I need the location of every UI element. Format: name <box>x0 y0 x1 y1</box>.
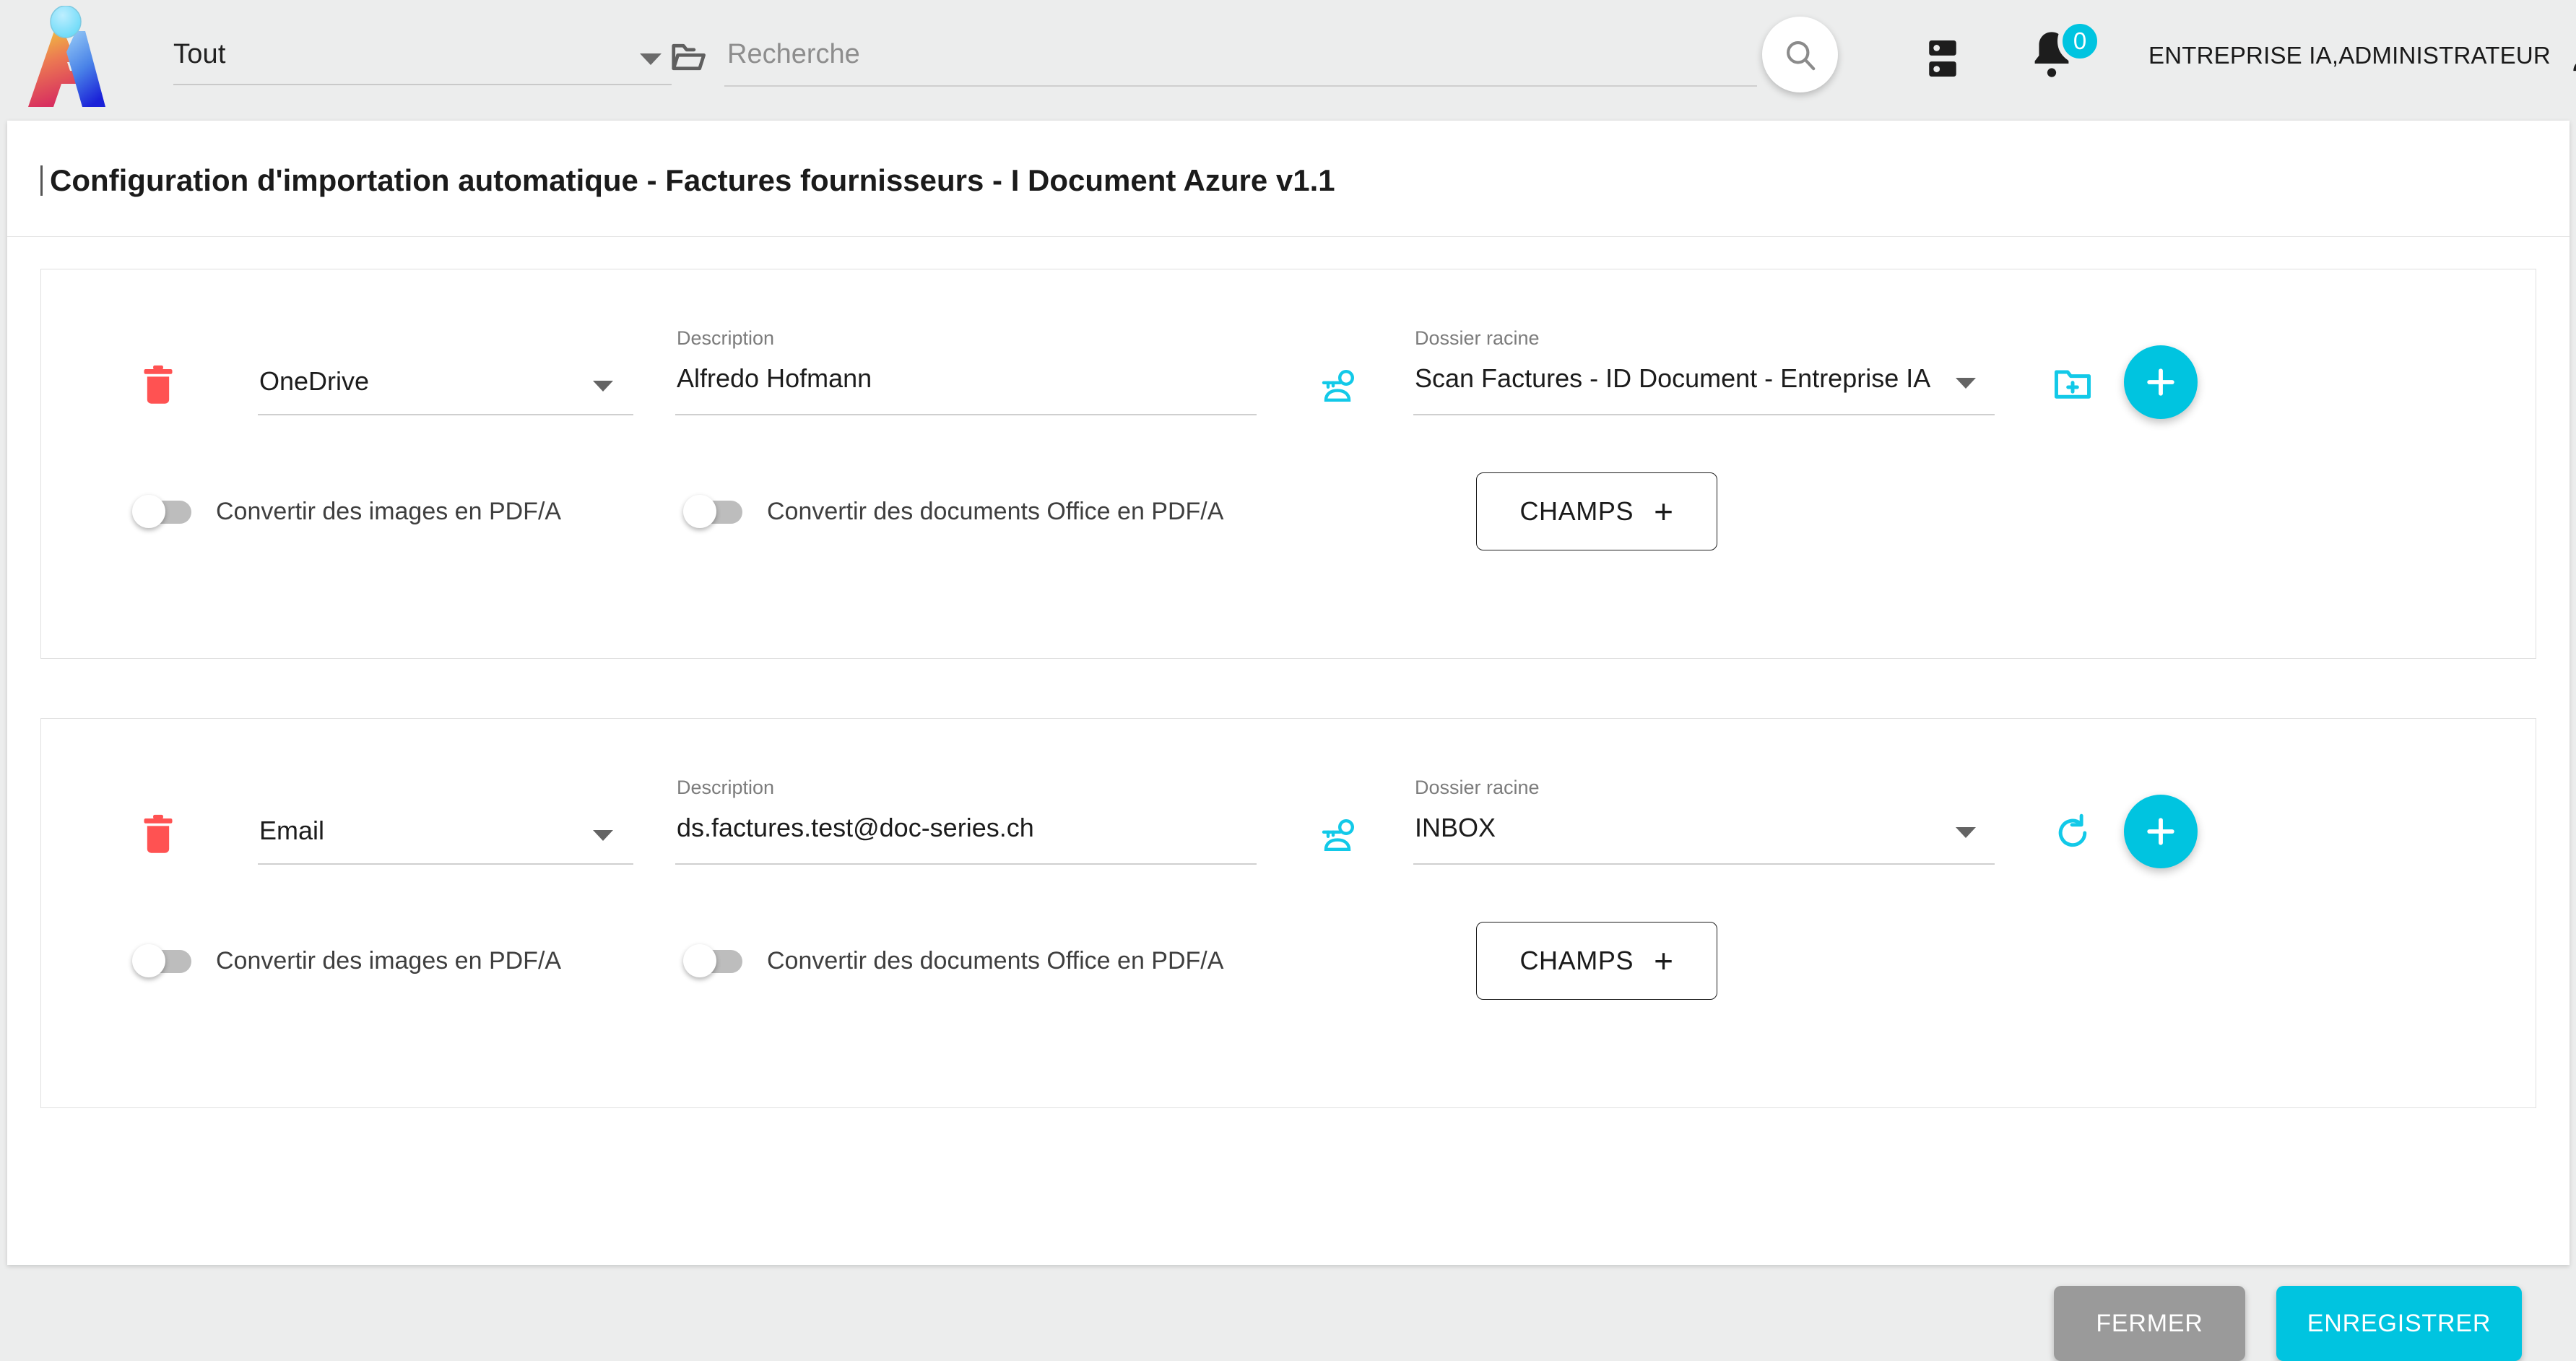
toggle-knob <box>132 944 165 977</box>
toggle-knob <box>683 495 716 528</box>
convert-images-toggle[interactable] <box>132 495 191 528</box>
search-underline <box>724 85 1757 87</box>
root-folder-value: Scan Factures - ID Document - Entreprise… <box>1415 363 1931 393</box>
convert-images-toggle[interactable] <box>132 944 191 977</box>
trash-icon <box>144 365 173 404</box>
source-type-underline <box>258 863 633 865</box>
champs-button[interactable]: CHAMPS + <box>1476 472 1717 550</box>
refresh-icon <box>2058 813 2087 847</box>
close-button[interactable]: FERMER <box>2054 1286 2245 1361</box>
root-folder-value: INBOX <box>1415 813 1496 842</box>
description-underline <box>675 863 1257 865</box>
delete-source-button[interactable] <box>133 358 183 414</box>
source-type-underline <box>258 414 633 415</box>
search-button[interactable] <box>1762 17 1838 92</box>
toggle-knob <box>683 944 716 977</box>
toggle-knob <box>132 495 165 528</box>
convert-images-label: Convertir des images en PDF/A <box>216 497 562 525</box>
root-folder-field[interactable]: Dossier racine Scan Factures - ID Docume… <box>1413 327 1995 415</box>
description-underline <box>675 414 1257 415</box>
convert-office-toggle[interactable] <box>683 495 742 528</box>
folder-open-icon[interactable] <box>657 26 719 88</box>
account-key-icon <box>1322 818 1355 851</box>
import-source-card: OneDrive Description Alfredo Hofmann Dos… <box>40 269 2536 659</box>
description-label: Description <box>677 777 775 798</box>
champs-label: CHAMPS <box>1519 496 1634 526</box>
page-title: Configuration d'importation automatique … <box>40 165 1335 196</box>
description-value: ds.factures.test@doc-series.ch <box>677 813 1034 842</box>
search-input[interactable]: Recherche <box>724 20 1757 87</box>
page-sheet: Configuration d'importation automatique … <box>7 121 2570 1361</box>
account-key-icon <box>1322 369 1355 402</box>
folder-add-button[interactable] <box>2045 356 2100 411</box>
search-placeholder: Recherche <box>727 39 860 69</box>
scope-select-value: Tout <box>173 39 226 69</box>
chevron-down-icon <box>1956 827 1976 838</box>
user-name: ENTREPRISE IA,ADMINISTRATEUR <box>2148 42 2551 69</box>
refresh-button[interactable] <box>2045 805 2100 860</box>
notification-badge: 0 <box>2057 19 2102 64</box>
root-folder-field[interactable]: Dossier racine INBOX <box>1413 777 1995 865</box>
top-app-bar: Tout Recherche 0 ENTREPRISE IA,ADMINISTR… <box>0 0 2576 118</box>
import-source-card: Email Description ds.factures.test@doc-s… <box>40 718 2536 1108</box>
search-icon <box>1786 40 1815 70</box>
champs-button[interactable]: CHAMPS + <box>1476 922 1717 1000</box>
add-source-button[interactable] <box>2124 345 2198 419</box>
root-folder-label: Dossier racine <box>1415 327 1540 349</box>
description-label: Description <box>677 327 775 349</box>
title-divider <box>7 236 2570 237</box>
description-value: Alfredo Hofmann <box>677 363 872 393</box>
convert-office-label: Convertir des documents Office en PDF/A <box>767 497 1224 525</box>
delete-source-button[interactable] <box>133 807 183 863</box>
plus-icon <box>2147 818 2174 845</box>
convert-office-toggle-row: Convertir des documents Office en PDF/A <box>683 944 1224 977</box>
plus-icon: + <box>1654 941 1674 980</box>
source-type-select[interactable]: OneDrive <box>258 349 633 415</box>
person-icon <box>2573 64 2576 72</box>
folder-add-icon <box>2054 370 2091 399</box>
convert-images-toggle-row: Convertir des images en PDF/A <box>132 495 562 528</box>
chevron-down-icon <box>1956 378 1976 389</box>
user-menu[interactable]: ENTREPRISE IA,ADMINISTRATEUR <box>2148 38 2576 74</box>
convert-images-toggle-row: Convertir des images en PDF/A <box>132 944 562 977</box>
plus-icon: + <box>1654 492 1674 530</box>
account-key-button[interactable] <box>1314 360 1364 410</box>
champs-label: CHAMPS <box>1519 946 1634 975</box>
description-field[interactable]: Description Alfredo Hofmann <box>675 327 1257 415</box>
scope-select[interactable]: Tout <box>173 20 672 85</box>
trash-icon <box>144 814 173 853</box>
convert-office-toggle[interactable] <box>683 944 742 977</box>
storage-icon[interactable] <box>1917 30 1968 87</box>
account-key-button[interactable] <box>1314 809 1364 860</box>
convert-office-toggle-row: Convertir des documents Office en PDF/A <box>683 495 1224 528</box>
convert-office-label: Convertir des documents Office en PDF/A <box>767 946 1224 975</box>
root-folder-underline <box>1413 863 1995 865</box>
plus-icon <box>2147 368 2174 396</box>
description-field[interactable]: Description ds.factures.test@doc-series.… <box>675 777 1257 865</box>
source-type-value: OneDrive <box>259 366 370 396</box>
chevron-down-icon <box>593 381 613 392</box>
source-type-value: Email <box>259 816 325 845</box>
save-button[interactable]: ENREGISTRER <box>2276 1286 2522 1361</box>
scope-select-underline <box>173 84 672 85</box>
add-source-button[interactable] <box>2124 795 2198 868</box>
source-type-select[interactable]: Email <box>258 798 633 865</box>
root-folder-label: Dossier racine <box>1415 777 1540 798</box>
notifications-button[interactable]: 0 <box>2026 19 2102 92</box>
root-folder-underline <box>1413 414 1995 415</box>
app-logo[interactable] <box>16 5 146 113</box>
chevron-down-icon <box>593 830 613 841</box>
convert-images-label: Convertir des images en PDF/A <box>216 946 562 975</box>
